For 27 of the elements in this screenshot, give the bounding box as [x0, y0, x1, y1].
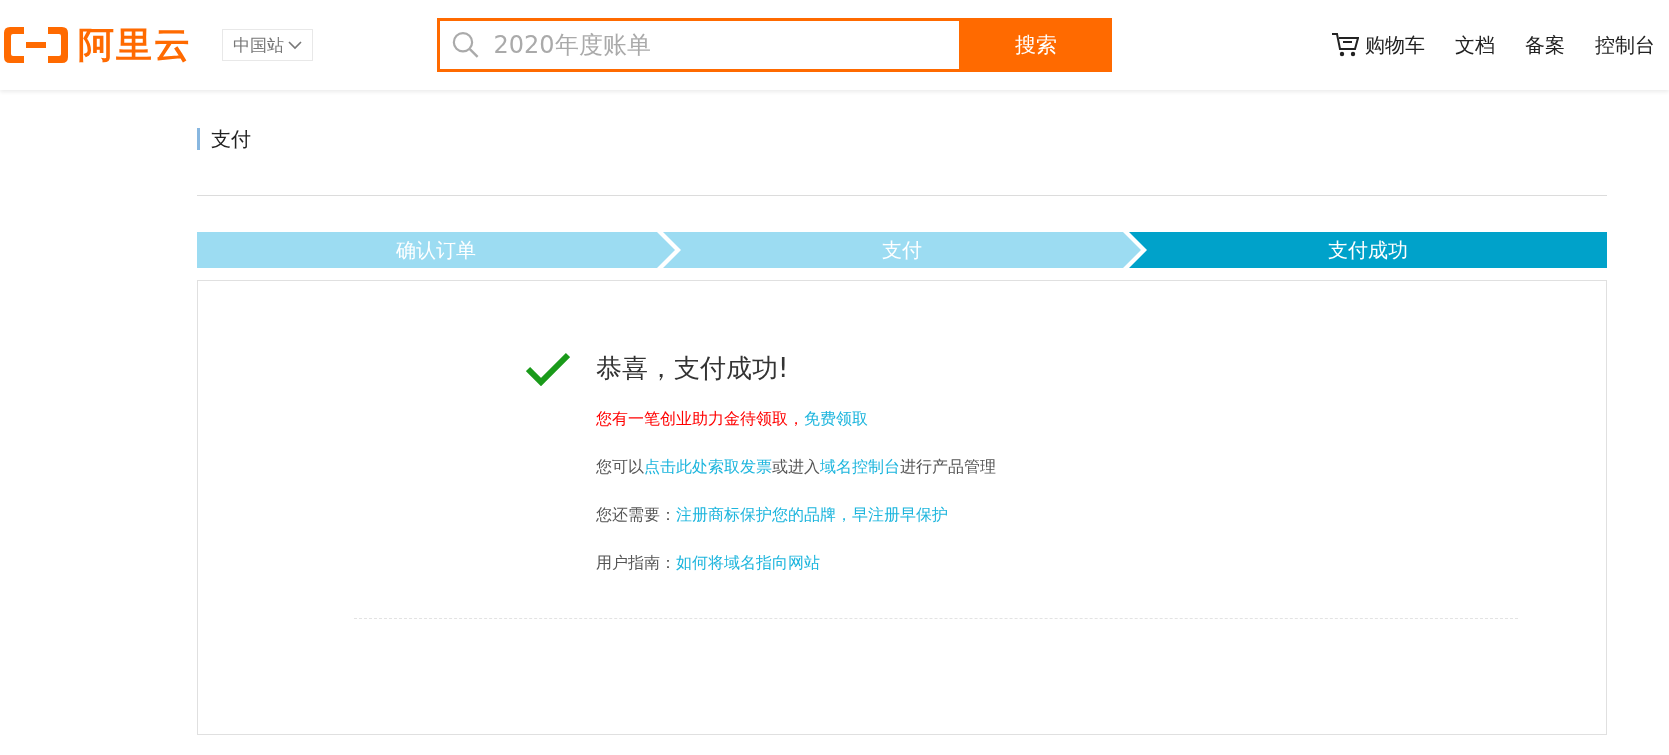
link[interactable]: 免费领取	[804, 409, 868, 428]
info-text: 用户指南：如何将域名指向网站	[596, 552, 821, 573]
progress-step: 支付	[663, 232, 1141, 268]
success-title: 恭喜，支付成功!	[596, 352, 789, 385]
cart-link[interactable]: 购物车	[1331, 31, 1425, 59]
checkmark-icon	[526, 351, 570, 386]
chevron-down-icon	[288, 40, 302, 50]
progress-step: 确认订单	[197, 232, 675, 268]
info-text: 您还需要：注册商标保护您的品牌，早注册早保护	[596, 504, 949, 525]
info-text: 您可以点击此处索取发票或进入域名控制台进行产品管理	[596, 456, 997, 477]
search-button[interactable]: 搜索	[959, 18, 1112, 72]
cart-icon	[1331, 32, 1359, 58]
info-text: 您有一笔创业助力金待领取，免费领取	[596, 408, 869, 429]
logo-text[interactable]: 阿里云	[78, 27, 192, 63]
nav-link[interactable]: 控制台	[1595, 31, 1655, 59]
nav-link[interactable]: 备案	[1525, 31, 1565, 59]
search-field[interactable]: 2020年度账单	[437, 18, 959, 72]
link[interactable]: 点击此处索取发票	[644, 457, 772, 476]
link[interactable]: 域名控制台	[820, 457, 900, 476]
page-title: 支付	[197, 128, 251, 150]
site-selector[interactable]: 中国站	[222, 29, 313, 61]
link[interactable]: 注册商标保护您的品牌，早注册早保护	[676, 505, 948, 524]
nav-link[interactable]: 文档	[1455, 31, 1495, 59]
link[interactable]: 如何将域名指向网站	[676, 553, 820, 572]
logo-icon	[2, 25, 70, 65]
search-icon	[452, 30, 480, 60]
progress-step: 支付成功	[1129, 232, 1607, 268]
